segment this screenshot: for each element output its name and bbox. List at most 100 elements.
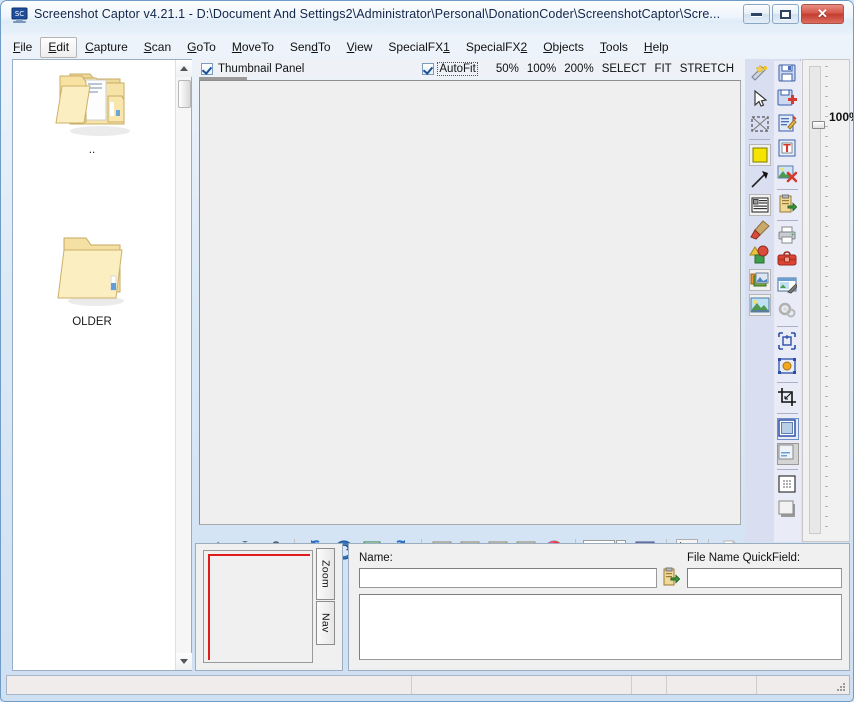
svg-text:SC: SC xyxy=(15,10,24,18)
arrow-select-icon[interactable] xyxy=(749,88,771,110)
tab-zoom[interactable]: Zoom xyxy=(316,548,335,600)
tab-nav[interactable]: Nav xyxy=(316,601,335,645)
navigator-viewport-rect[interactable] xyxy=(208,554,310,660)
border-frame-icon[interactable] xyxy=(776,418,799,440)
toolbar-separator xyxy=(777,326,798,327)
thumbnail-panel-checkbox[interactable] xyxy=(201,63,213,75)
scrollbar-thumb[interactable] xyxy=(178,80,191,108)
zoom-slider-thumb[interactable] xyxy=(812,121,825,129)
toolbox-icon[interactable] xyxy=(777,250,799,272)
menu-item-help[interactable]: Help xyxy=(636,37,677,58)
menu-item-specialfx1[interactable]: SpecialFX1 xyxy=(380,37,457,58)
zoom-preset-100[interactable]: 100% xyxy=(527,63,556,75)
notes-textarea[interactable] xyxy=(359,594,842,660)
autofit-checkbox[interactable] xyxy=(422,63,435,75)
screenshot-captor-icon: SC xyxy=(11,7,28,24)
printer-icon[interactable] xyxy=(777,225,799,247)
resize-object-icon[interactable] xyxy=(777,356,799,378)
shapes-icon[interactable] xyxy=(748,244,771,266)
zoom-slider-track[interactable] xyxy=(809,66,825,534)
navigator-thumbnail[interactable] xyxy=(203,550,313,663)
close-button[interactable]: ✕ xyxy=(801,4,844,24)
clipboard-export-icon[interactable] xyxy=(662,567,681,587)
zoom-preset-stretch[interactable]: STRETCH xyxy=(680,63,734,75)
delete-image-icon[interactable] xyxy=(777,163,799,185)
toolbar-separator xyxy=(777,220,798,221)
shadow-frame-icon[interactable] xyxy=(776,443,799,465)
menu-item-moveto[interactable]: MoveTo xyxy=(224,37,282,58)
thumbnail-panel-toggle[interactable]: Thumbnail Panel xyxy=(201,63,304,75)
menu-item-sendto[interactable]: SendTo xyxy=(282,37,339,58)
filled-rect-icon[interactable] xyxy=(748,144,771,166)
menu-item-objects[interactable]: Objects xyxy=(535,37,592,58)
wand-pencil-icon[interactable] xyxy=(749,63,771,85)
scroll-up-button[interactable] xyxy=(176,60,192,77)
folder-open-stack-icon xyxy=(27,66,157,141)
zoom-slider-panel[interactable]: 100% xyxy=(802,59,853,542)
settings-gears-icon[interactable] xyxy=(777,300,799,322)
expand-canvas-icon[interactable] xyxy=(777,331,799,353)
crop-icon[interactable] xyxy=(777,387,799,409)
zoom-preset-fit[interactable]: FIT xyxy=(654,63,671,75)
menu-item-specialfx2[interactable]: SpecialFX2 xyxy=(458,37,535,58)
text-tag-icon[interactable]: T xyxy=(777,138,799,160)
status-cell-4 xyxy=(667,676,757,694)
drop-shadow-icon[interactable] xyxy=(777,499,799,521)
export-clipboard-icon[interactable] xyxy=(777,194,799,216)
tab-nav-label: Nav xyxy=(319,613,332,633)
resize-grip-icon[interactable] xyxy=(834,680,846,692)
file-item-parent[interactable]: .. xyxy=(27,66,157,156)
menu-item-capture[interactable]: Capture xyxy=(77,37,136,58)
save-icon[interactable] xyxy=(777,63,799,85)
menu-item-edit[interactable]: Edit xyxy=(40,37,78,58)
menu-item-file[interactable]: File xyxy=(5,37,40,58)
picture-icon[interactable] xyxy=(748,294,771,316)
menu-item-goto[interactable]: GoTo xyxy=(179,37,224,58)
maximize-button[interactable] xyxy=(772,4,799,24)
zoom-preset-200[interactable]: 200% xyxy=(564,63,593,75)
toolbar-separator xyxy=(777,413,798,414)
zoom-level-label: 100% xyxy=(829,110,853,124)
svg-text:T: T xyxy=(783,142,791,155)
zoom-preset-select[interactable]: SELECT xyxy=(602,63,647,75)
window-title: Screenshot Captor v4.21.1 - D:\Document … xyxy=(34,7,721,21)
edit-rename-icon[interactable] xyxy=(777,113,799,135)
scroll-down-button[interactable] xyxy=(176,653,192,670)
image-panel-toolbar: Thumbnail Panel AutoFit 50% 100% 200% SE… xyxy=(195,59,744,79)
menu-item-scan[interactable]: Scan xyxy=(136,37,179,58)
file-browser-scrollbar[interactable] xyxy=(175,60,192,670)
marquee-select-icon[interactable] xyxy=(749,113,771,135)
screenshot-window-icon[interactable] xyxy=(777,275,799,297)
dotted-border-icon[interactable] xyxy=(777,474,799,496)
menu-item-tools[interactable]: Tools xyxy=(592,37,636,58)
file-item-older[interactable]: OLDER xyxy=(27,230,157,328)
file-item-label: OLDER xyxy=(72,316,112,328)
metadata-fields-panel: Name: File Name QuickField: xyxy=(348,543,850,671)
right-toolbar: T xyxy=(745,59,801,542)
paintbrush-icon[interactable] xyxy=(749,219,771,241)
file-browser-panel[interactable]: .. OLDER xyxy=(12,59,192,671)
right-toolbar-column-a xyxy=(746,61,773,319)
image-layers-icon[interactable] xyxy=(748,269,771,291)
name-input[interactable] xyxy=(359,568,657,588)
tab-zoom-label: Zoom xyxy=(319,559,332,589)
image-panel: Thumbnail Panel AutoFit 50% 100% 200% SE… xyxy=(195,59,744,529)
text-box-icon[interactable] xyxy=(748,194,771,216)
quickfield-label: File Name QuickField: xyxy=(687,552,801,564)
minimize-button[interactable] xyxy=(743,4,770,24)
zoom-preset-group: 50% 100% 200% SELECT FIT STRETCH xyxy=(492,63,738,75)
file-item-label: .. xyxy=(88,144,96,156)
save-new-icon[interactable] xyxy=(777,88,799,110)
status-cell-1 xyxy=(7,676,412,694)
autofit-toggle[interactable]: AutoFit xyxy=(422,62,478,76)
status-cell-3 xyxy=(632,676,667,694)
zoom-preset-50[interactable]: 50% xyxy=(496,63,519,75)
app-window: SC Screenshot Captor v4.21.1 - D:\Docume… xyxy=(0,0,854,702)
name-label: Name: xyxy=(359,552,393,564)
arrow-draw-icon[interactable] xyxy=(749,169,771,191)
maximize-icon xyxy=(773,5,798,23)
menu-item-view[interactable]: View xyxy=(339,37,381,58)
status-cell-2 xyxy=(412,676,632,694)
image-canvas[interactable] xyxy=(199,80,741,525)
quickfield-input[interactable] xyxy=(687,568,842,588)
